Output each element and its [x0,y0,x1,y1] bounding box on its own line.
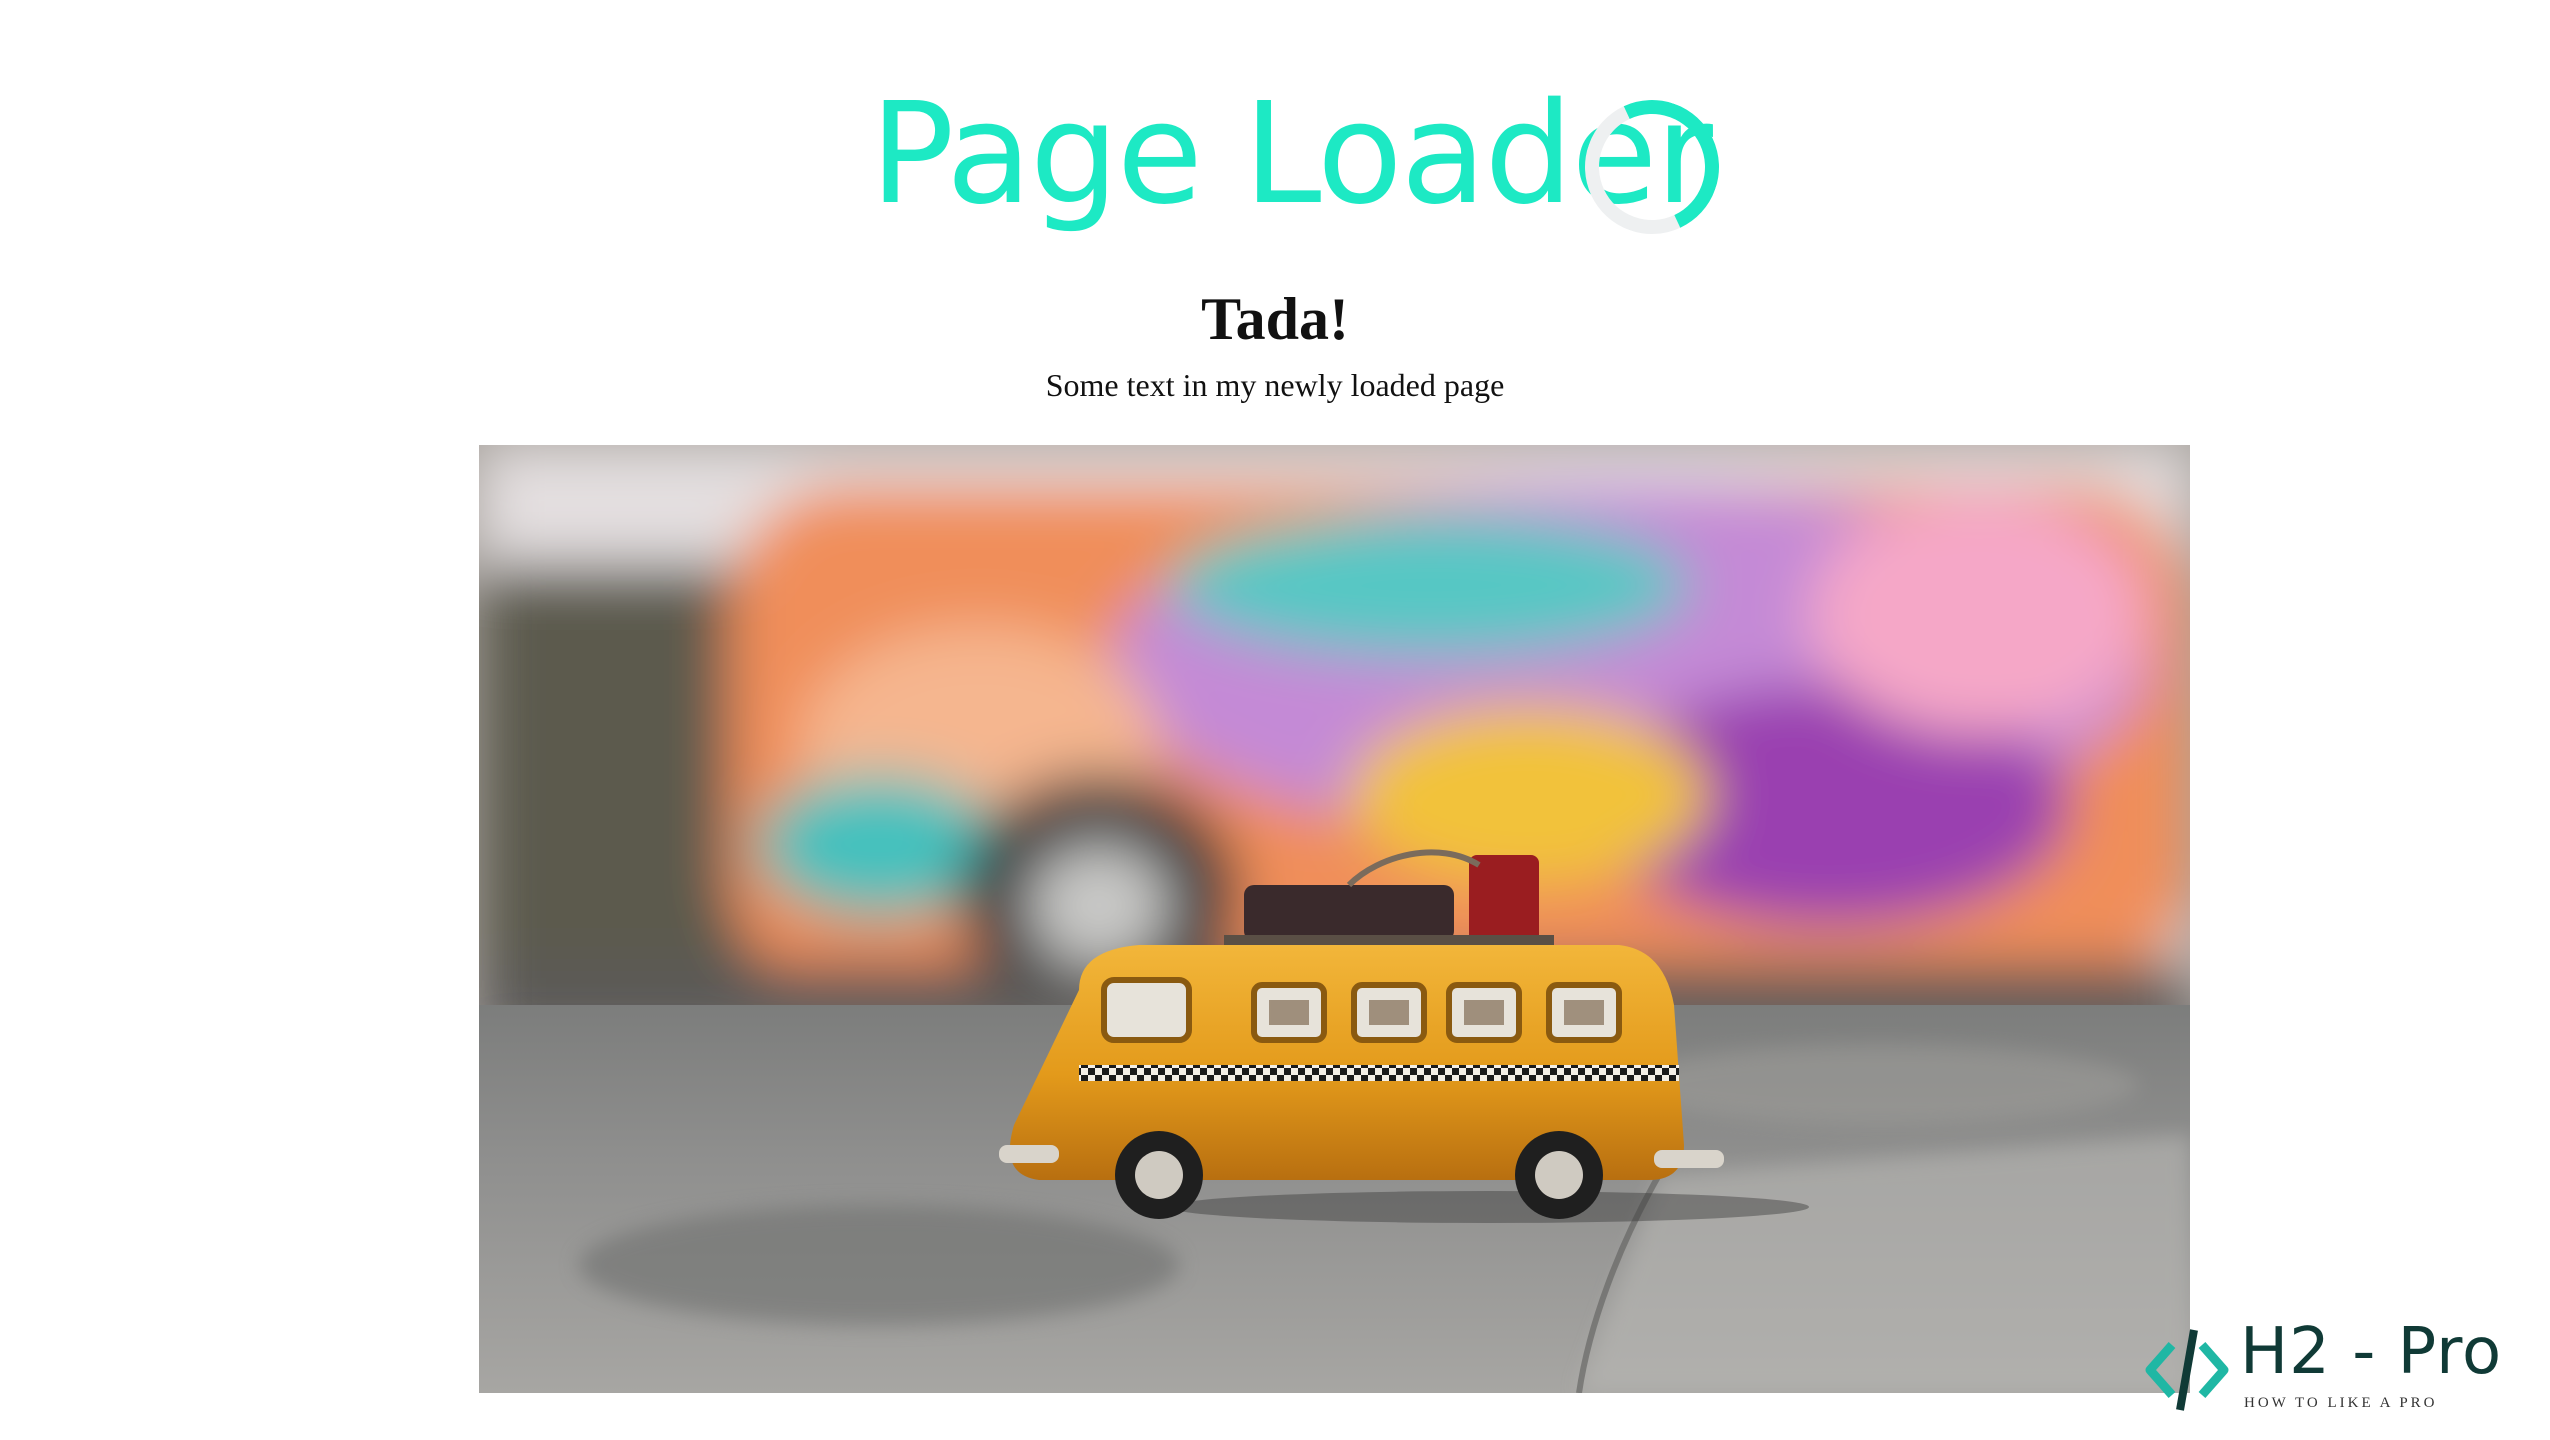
page-header: Page Loader [0,60,2550,260]
h2-pro-watermark: H2 - Pro HOW TO LIKE A PRO [2130,1315,2501,1425]
toy-bus-photo [479,445,2190,1393]
watermark-name: H2 - Pro [2240,1315,2503,1389]
watermark-tagline: HOW TO LIKE A PRO [2244,1395,2438,1411]
code-brackets-icon [2145,1329,2229,1411]
content-heading: Tada! [1201,286,1349,352]
content-text: Some text in my newly loaded page [1045,367,1505,403]
